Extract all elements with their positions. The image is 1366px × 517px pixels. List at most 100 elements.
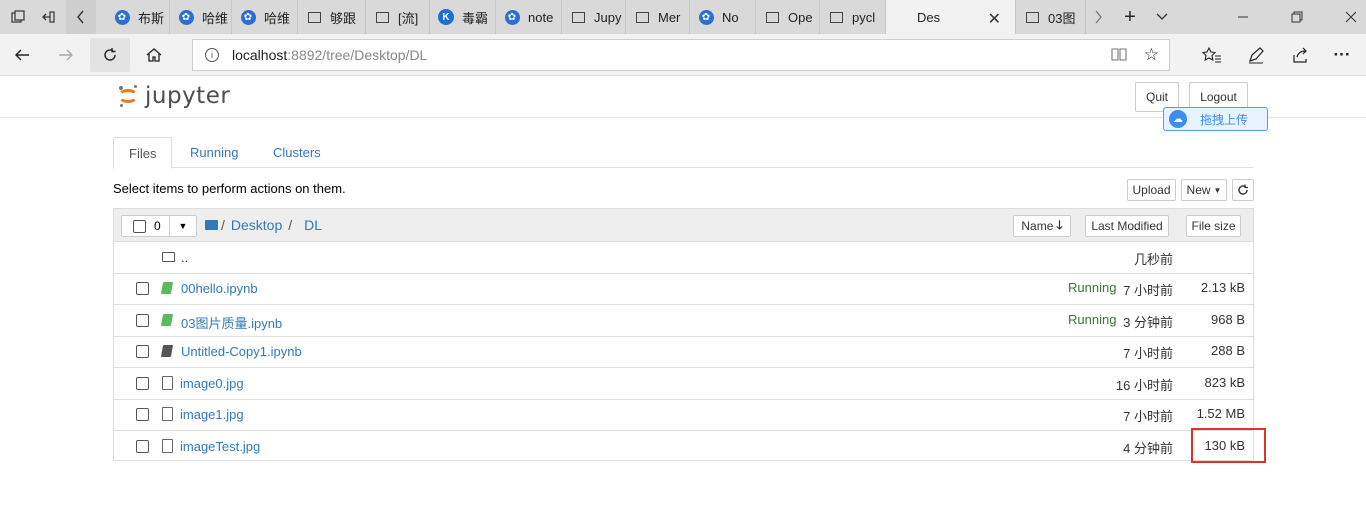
browser-tab[interactable]: Ope — [756, 0, 820, 34]
baidu-upload-label: 拖拽上传 — [1200, 112, 1249, 127]
sort-by-size-button[interactable]: File size — [1186, 215, 1241, 237]
baidu-paw-icon: ✿ — [178, 9, 194, 25]
favorites-list-icon[interactable] — [1200, 43, 1224, 67]
file-row[interactable]: 00hello.ipynb Running 7 小时前 2.13 kB — [114, 273, 1253, 305]
baidu-paw-icon: ✿ — [504, 9, 520, 25]
back-button[interactable] — [2, 38, 42, 72]
modified-time: 几秒前 — [1133, 252, 1173, 267]
web-note-pen-icon[interactable] — [1244, 43, 1268, 67]
browser-tab[interactable]: 够跟 — [298, 0, 366, 34]
browser-tab[interactable]: ✿ No — [690, 0, 756, 34]
file-name-link[interactable]: image1.jpg — [180, 407, 244, 422]
select-menu-caret-icon[interactable]: ▼ — [169, 216, 196, 236]
row-checkbox[interactable] — [136, 440, 149, 453]
modified-time: 7 小时前 — [1123, 283, 1173, 298]
browser-tab-label: 03图 — [1048, 10, 1076, 26]
address-bar[interactable]: i localhost:8892/tree/Desktop/DL ☆ — [192, 39, 1170, 71]
file-row[interactable]: Untitled-Copy1.ipynb 7 小时前 288 B — [114, 336, 1253, 368]
row-checkbox[interactable] — [136, 408, 149, 421]
browser-tab[interactable]: ✿ 哈维 — [232, 0, 298, 34]
file-list: 0 ▼ / Desktop / DL Name 🡓 Last Modified … — [113, 208, 1254, 461]
file-name-link[interactable]: imageTest.jpg — [180, 439, 260, 454]
select-all-checkbox[interactable] — [133, 219, 146, 233]
row-checkbox[interactable] — [136, 345, 149, 358]
refresh-button[interactable] — [90, 38, 130, 72]
tab-overview-icon[interactable] — [4, 0, 32, 34]
more-options-icon[interactable]: ··· — [1330, 43, 1354, 67]
forward-button[interactable] — [46, 38, 86, 72]
caret-down-icon: ▼ — [1213, 185, 1222, 195]
file-row[interactable]: imageTest.jpg 4 分钟前 130 kB — [114, 431, 1253, 463]
running-notebook-icon — [160, 314, 174, 326]
row-checkbox[interactable] — [136, 282, 149, 295]
breadcrumb-desktop[interactable]: Desktop — [231, 217, 282, 233]
scroll-tabs-right-icon[interactable] — [1086, 0, 1110, 34]
file-size: 288 B — [1211, 343, 1245, 358]
file-size: 823 kB — [1204, 375, 1245, 390]
root-folder-icon[interactable] — [205, 220, 218, 230]
restore-icon[interactable] — [1282, 0, 1312, 34]
browser-tab-label: 毒霸 — [462, 10, 489, 26]
browser-tab[interactable]: Jupy — [562, 0, 626, 34]
parent-directory-link[interactable]: .. — [181, 250, 188, 265]
home-button[interactable] — [134, 38, 174, 72]
new-dropdown-button[interactable]: New ▼ — [1181, 179, 1227, 201]
upload-button[interactable]: Upload — [1127, 179, 1176, 201]
share-icon[interactable] — [1288, 43, 1312, 67]
browser-tab[interactable]: ✿ 布斯 — [106, 0, 170, 34]
tab-files[interactable]: Files — [113, 137, 173, 169]
sort-by-name-button[interactable]: Name 🡓 — [1013, 215, 1071, 237]
tab-clusters[interactable]: Clusters — [258, 137, 336, 168]
browser-tab[interactable]: ✿ 哈维 — [170, 0, 232, 34]
file-name-link[interactable]: image0.jpg — [180, 376, 244, 391]
baidu-paw-icon: ✿ — [240, 9, 256, 25]
baidu-upload-widget[interactable]: ☁ 拖拽上传 — [1163, 107, 1268, 131]
site-info-icon[interactable]: i — [205, 48, 219, 62]
set-tabs-aside-icon[interactable] — [34, 0, 62, 34]
scroll-tabs-left-icon[interactable] — [66, 0, 96, 34]
row-checkbox[interactable] — [136, 314, 149, 327]
browser-tab[interactable]: Mer — [626, 0, 690, 34]
reading-view-icon[interactable] — [1111, 47, 1127, 64]
sort-arrow-down-icon: 🡓 — [1056, 217, 1063, 232]
browser-tab[interactable]: ✿ note — [496, 0, 562, 34]
new-tab-icon[interactable]: + — [1118, 0, 1142, 34]
jupyter-logo[interactable]: jupyter — [117, 83, 230, 109]
new-label: New — [1186, 183, 1211, 197]
browser-tab-label: Des — [917, 9, 941, 25]
tab-list-chevron-icon[interactable] — [1150, 0, 1174, 34]
refresh-list-button[interactable] — [1232, 179, 1254, 201]
file-row[interactable]: image0.jpg 16 小时前 823 kB — [114, 368, 1253, 400]
file-size: 2.13 kB — [1200, 280, 1245, 295]
browser-tab[interactable]: K 毒霸 — [430, 0, 496, 34]
browser-tab[interactable]: pycl — [820, 0, 886, 34]
file-row[interactable]: image1.jpg 7 小时前 1.52 MB — [114, 399, 1253, 431]
select-all-control[interactable]: 0 ▼ — [121, 215, 197, 237]
row-checkbox[interactable] — [136, 377, 149, 390]
browser-tab-label: No — [722, 9, 739, 25]
breadcrumb: / Desktop / DL — [205, 217, 322, 233]
modified-time: 4 分钟前 — [1123, 441, 1173, 456]
baidu-paw-icon: ✿ — [114, 9, 130, 25]
parent-directory-row[interactable]: .. 几秒前 — [114, 242, 1253, 274]
browser-tab[interactable]: Des ✕ — [886, 0, 1016, 34]
close-window-icon[interactable] — [1336, 0, 1366, 34]
minimize-icon[interactable] — [1228, 0, 1258, 34]
close-tab-icon[interactable]: ✕ — [988, 9, 1001, 29]
file-name-link[interactable]: 03图片质量.ipynb — [181, 313, 282, 332]
browser-tab-label: Ope — [788, 9, 813, 25]
file-row[interactable]: 03图片质量.ipynb Running 3 分钟前 968 B — [114, 305, 1253, 337]
favorite-star-icon[interactable]: ☆ — [1144, 45, 1159, 65]
tab-running[interactable]: Running — [175, 137, 253, 168]
jupyter-logo-icon — [117, 83, 139, 109]
browser-tab-label: 哈维 — [264, 10, 291, 26]
browser-tab[interactable]: 03图 — [1016, 0, 1086, 34]
breadcrumb-dl[interactable]: DL — [304, 217, 322, 233]
notebook-icon — [160, 345, 174, 357]
address-url[interactable]: localhost:8892/tree/Desktop/DL — [232, 47, 427, 63]
sort-by-modified-button[interactable]: Last Modified — [1085, 215, 1169, 237]
file-name-link[interactable]: Untitled-Copy1.ipynb — [181, 344, 302, 359]
browser-tab-strip: ✿ 布斯 ✿ 哈维 ✿ 哈维 够跟 [流] K 毒霸 ✿ note Jupy Mer ✿ No Ope pycl D… — [0, 0, 1366, 34]
file-name-link[interactable]: 00hello.ipynb — [181, 281, 258, 296]
browser-tab[interactable]: [流] — [366, 0, 430, 34]
